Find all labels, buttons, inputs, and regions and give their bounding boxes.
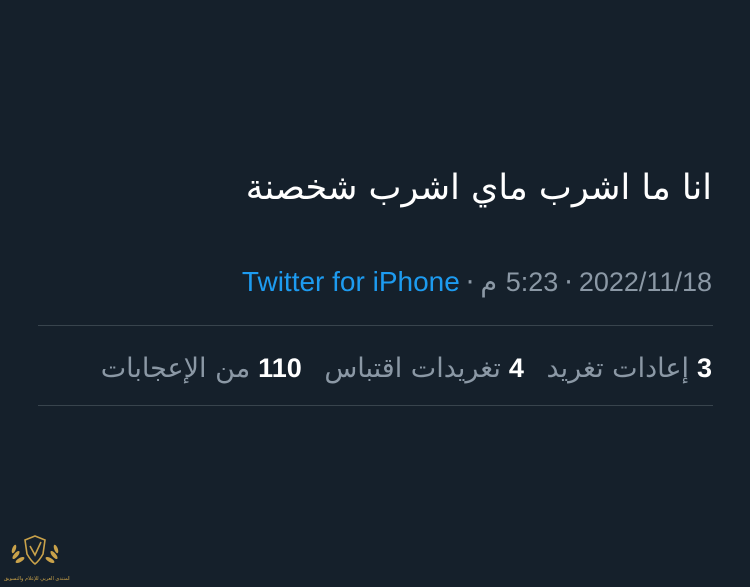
tweet-date: 2022/11/18 (578, 267, 712, 297)
retweets-label: إعادات تغريد (546, 353, 689, 384)
tweet-stats: 3إعادات تغريد 4تغريدات اقتباس 110من الإع… (38, 346, 712, 390)
watermark-logo: المنتدى العربي للإعلام والتسويق (4, 528, 70, 584)
tweet-meta: 2022/11/18·5:23 م·Twitter for iPhone (38, 262, 712, 302)
meta-separator: · (465, 267, 475, 298)
quote-tweets-stat[interactable]: 4تغريدات اقتباس (324, 346, 524, 391)
retweets-count: 3 (696, 353, 712, 383)
likes-count: 110 (258, 353, 302, 383)
divider (38, 325, 713, 326)
quote-tweets-label: تغريدات اقتباس (324, 353, 501, 384)
meta-separator: · (564, 267, 573, 298)
likes-stat[interactable]: 110من الإعجابات (101, 346, 302, 391)
tweet-time: 5:23 (505, 267, 559, 297)
likes-label: من الإعجابات (100, 353, 251, 384)
divider (38, 405, 713, 406)
quote-tweets-count: 4 (508, 353, 524, 383)
laurel-shield-logo-icon (11, 535, 59, 566)
tweet-text: انا ما اشرب ماي اشرب شخصنة (245, 168, 712, 208)
tweet-source-link[interactable]: Twitter for iPhone (242, 262, 460, 302)
tweet-time-suffix: م (480, 267, 498, 298)
retweets-stat[interactable]: 3إعادات تغريد (546, 346, 712, 391)
watermark-text: المنتدى العربي للإعلام والتسويق (4, 576, 70, 582)
